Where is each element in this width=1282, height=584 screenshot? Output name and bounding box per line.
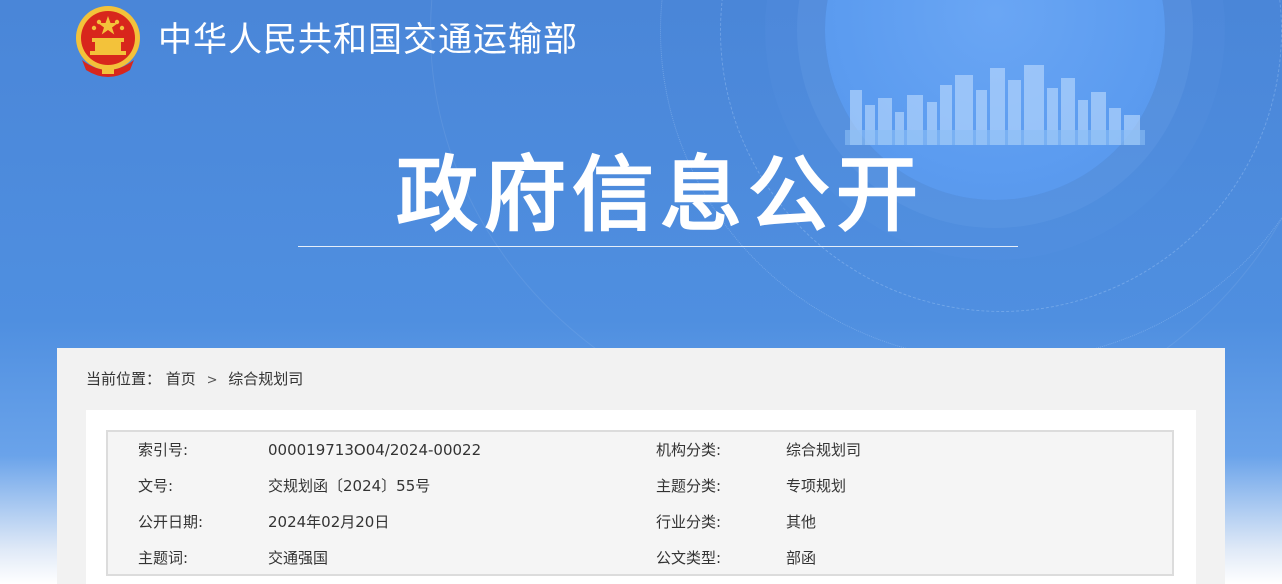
metadata-row: 文号: 交规划函〔2024〕55号 主题分类: 专项规划 (108, 468, 1172, 504)
city-skyline-graphic (845, 65, 1145, 145)
industry-category-value: 其他 (786, 513, 817, 531)
agency-category-label: 机构分类: (656, 441, 722, 459)
document-number-value: 交规划函〔2024〕55号 (268, 477, 431, 495)
content-panel: 当前位置： 首页 > 综合规划司 索引号: 000019713O04/2024-… (57, 348, 1225, 584)
title-underline (298, 246, 1018, 247)
topic-category-label: 主题分类: (656, 477, 722, 495)
breadcrumb-home-link[interactable]: 首页 (166, 370, 196, 388)
section-title: 政府信息公开 (395, 148, 924, 243)
national-emblem-icon (76, 6, 140, 77)
breadcrumb-prefix: 当前位置： (86, 370, 162, 388)
document-info-box: 索引号: 000019713O04/2024-00022 机构分类: 综合规划司… (86, 410, 1196, 584)
metadata-row: 公开日期: 2024年02月20日 行业分类: 其他 (108, 504, 1172, 540)
ministry-name: 中华人民共和国交通运输部 (158, 20, 578, 60)
document-type-label: 公文类型: (656, 549, 722, 567)
breadcrumb-separator: > (206, 373, 218, 388)
topic-category-value: 专项规划 (786, 477, 847, 495)
agency-category-value: 综合规划司 (786, 441, 862, 459)
breadcrumb-department-link[interactable]: 综合规划司 (228, 370, 303, 388)
index-number-value: 000019713O04/2024-00022 (268, 441, 482, 459)
industry-category-label: 行业分类: (656, 513, 722, 531)
metadata-row: 索引号: 000019713O04/2024-00022 机构分类: 综合规划司 (108, 432, 1172, 468)
metadata-table: 索引号: 000019713O04/2024-00022 机构分类: 综合规划司… (106, 430, 1174, 576)
keywords-value: 交通强国 (268, 549, 329, 567)
metadata-row: 主题词: 交通强国 公文类型: 部函 (108, 540, 1172, 576)
keywords-label: 主题词: (138, 549, 189, 567)
publish-date-value: 2024年02月20日 (268, 513, 390, 531)
publish-date-label: 公开日期: (138, 513, 204, 531)
document-number-label: 文号: (138, 477, 174, 495)
document-type-value: 部函 (786, 549, 817, 567)
breadcrumb: 当前位置： 首页 > 综合规划司 (86, 368, 303, 392)
index-number-label: 索引号: (138, 441, 189, 459)
